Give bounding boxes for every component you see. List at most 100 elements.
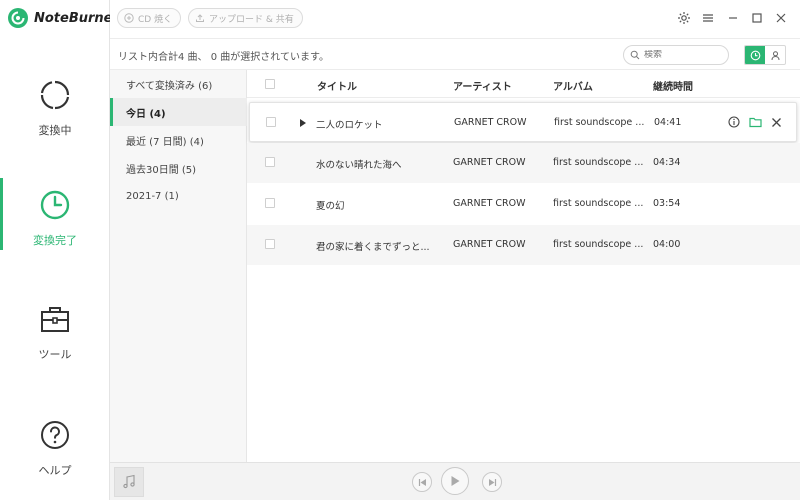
track-duration: 03:54 (653, 198, 681, 209)
nav-converting[interactable]: 変換中 (0, 68, 110, 164)
search-icon (630, 50, 640, 60)
track-title: 夏の幻 (316, 201, 345, 212)
row-checkbox[interactable] (265, 239, 275, 249)
track-title: 君の家に着くまでずっと... (316, 242, 430, 253)
track-album: first soundscope ... (553, 239, 644, 250)
track-duration: 04:41 (654, 117, 682, 128)
minimize-button[interactable] (724, 9, 742, 27)
history-category-list: すべて変換済み (6) 今日 (4) 最近 (7 日間) (4) 過去30日間 … (110, 70, 247, 462)
view-by-date-button[interactable] (745, 46, 765, 64)
category-label: すべて変換済み (6) (126, 80, 213, 92)
play-icon[interactable] (300, 119, 306, 127)
category-label: 今日 (4) (126, 108, 166, 120)
track-artist: GARNET CROW (453, 239, 526, 250)
select-all-checkbox[interactable] (265, 79, 275, 89)
skip-forward-icon (488, 478, 496, 486)
maximize-icon (752, 13, 762, 23)
toolbox-icon (41, 307, 69, 332)
upload-icon (196, 14, 204, 22)
search-input[interactable] (644, 50, 724, 60)
column-duration[interactable]: 継続時間 (653, 78, 693, 93)
table-row[interactable]: 水のない晴れた海へ GARNET CROW first soundscope .… (247, 143, 800, 183)
track-duration: 04:34 (653, 157, 681, 168)
remove-track-button[interactable] (769, 115, 783, 129)
row-checkbox[interactable] (265, 157, 275, 167)
column-title[interactable]: タイトル (317, 78, 357, 93)
previous-track-button[interactable] (412, 472, 432, 492)
table-row[interactable]: 君の家に着くまでずっと... GARNET CROW first soundsc… (247, 225, 800, 265)
hamburger-menu-icon (703, 14, 713, 22)
next-track-button[interactable] (482, 472, 502, 492)
folder-icon (748, 117, 762, 128)
album-art-placeholder (114, 467, 144, 497)
menu-button[interactable] (699, 9, 717, 27)
open-folder-button[interactable] (748, 115, 762, 129)
track-album: first soundscope ... (554, 117, 645, 128)
skip-back-icon (418, 478, 426, 486)
gear-icon (678, 12, 690, 24)
app-name: NoteBurner (34, 10, 119, 26)
category-today[interactable]: 今日 (4) (110, 98, 247, 126)
play-icon (451, 476, 460, 486)
view-toggle (744, 45, 786, 65)
converted-tracks-table: タイトル アーティスト アルバム 継続時間 二人のロケット GARNET CRO… (247, 70, 800, 462)
person-icon (771, 50, 779, 60)
play-button[interactable] (441, 467, 469, 495)
track-album: first soundscope ... (553, 198, 644, 209)
nav-tools[interactable]: ツール (0, 292, 110, 388)
music-note-icon (123, 474, 135, 489)
converting-icon (40, 80, 70, 110)
app-logo: NoteBurner (8, 6, 119, 30)
category-label: 最近 (7 日間) (4) (126, 136, 204, 148)
column-artist[interactable]: アーティスト (453, 78, 512, 93)
nav-help[interactable]: ヘルプ (0, 408, 110, 500)
burn-cd-label: CD 焼く (138, 14, 173, 25)
clock-icon (750, 50, 760, 60)
maximize-button[interactable] (748, 9, 766, 27)
nav-help-label: ヘルプ (38, 464, 72, 477)
top-toolbar: CD 焼く アップロード & 共有 (110, 0, 800, 38)
track-album: first soundscope ... (553, 157, 644, 168)
nav-converted-label: 変換完了 (33, 234, 77, 247)
info-icon (728, 116, 740, 128)
minimize-icon (729, 17, 737, 19)
category-last-30-days[interactable]: 過去30日間 (5) (110, 154, 247, 182)
clock-icon (40, 190, 70, 220)
close-icon (771, 117, 781, 127)
column-album[interactable]: アルバム (553, 78, 593, 93)
table-row[interactable]: 夏の幻 GARNET CROW first soundscope ... 03:… (247, 184, 800, 224)
track-artist: GARNET CROW (453, 198, 526, 209)
nav-converted[interactable]: 変換完了 (0, 178, 110, 274)
nav-tools-label: ツール (38, 348, 72, 361)
category-label: 過去30日間 (5) (126, 164, 197, 176)
row-checkbox[interactable] (265, 198, 275, 208)
category-last-7-days[interactable]: 最近 (7 日間) (4) (110, 126, 247, 154)
table-row[interactable]: 二人のロケット GARNET CROW first soundscope ...… (249, 102, 797, 142)
upload-share-label: アップロード & 共有 (209, 14, 294, 25)
upload-share-button[interactable]: アップロード & 共有 (188, 8, 303, 28)
view-by-artist-button[interactable] (765, 46, 785, 64)
player-bar (110, 462, 800, 500)
track-duration: 04:00 (653, 239, 681, 250)
plus-circle-icon (124, 13, 134, 23)
help-icon (41, 421, 69, 449)
track-artist: GARNET CROW (453, 157, 526, 168)
nav-converting-label: 変換中 (38, 124, 72, 137)
category-2021-7[interactable]: 2021-7 (1) (110, 182, 247, 210)
status-row: リスト内合計4 曲、 0 曲が選択されています。 (110, 38, 800, 70)
settings-button[interactable] (675, 9, 693, 27)
category-label: 2021-7 (1) (126, 190, 179, 202)
track-title: 二人のロケット (316, 120, 383, 131)
left-sidebar: NoteBurner 変換中 変換完了 ツール ヘルプ (0, 0, 119, 500)
info-button[interactable] (727, 115, 741, 129)
table-header: タイトル アーティスト アルバム 継続時間 (247, 70, 800, 98)
noteburner-logo-icon (8, 8, 28, 28)
close-icon (776, 13, 786, 23)
search-box[interactable] (623, 45, 729, 65)
row-checkbox[interactable] (266, 117, 276, 127)
close-window-button[interactable] (772, 9, 790, 27)
category-all-converted[interactable]: すべて変換済み (6) (110, 70, 247, 98)
track-title: 水のない晴れた海へ (316, 160, 402, 171)
burn-cd-button[interactable]: CD 焼く (117, 8, 182, 28)
track-artist: GARNET CROW (454, 117, 527, 128)
